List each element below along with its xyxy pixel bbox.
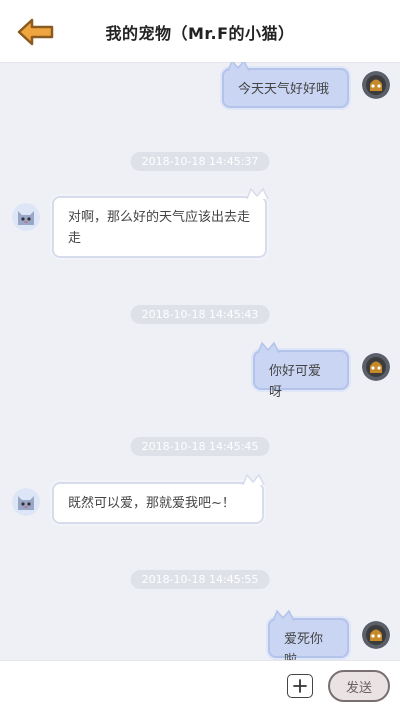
input-bar: 发送 bbox=[0, 660, 400, 712]
page-title: 我的宠物（Mr.F的小猫） bbox=[105, 24, 295, 43]
user-avatar[interactable] bbox=[362, 621, 390, 649]
incoming-message: 对啊，那么好的天气应该出去走走 bbox=[52, 196, 267, 258]
chat-area[interactable]: 今天天气好好哦 2018-10-18 14:45:37 对啊，那么好的天气应该出… bbox=[0, 62, 400, 660]
timestamp: 2018-10-18 14:45:43 bbox=[130, 305, 270, 324]
send-button[interactable]: 发送 bbox=[328, 670, 390, 702]
user-avatar[interactable] bbox=[362, 353, 390, 381]
cat-ear-decoration-icon bbox=[257, 341, 280, 353]
cat-ear-decoration-icon bbox=[227, 62, 250, 71]
outgoing-message: 今天天气好好哦 bbox=[222, 68, 349, 108]
cat-avatar[interactable] bbox=[12, 203, 40, 231]
cat-avatar[interactable] bbox=[12, 488, 40, 516]
outgoing-message: 爱死你啦 bbox=[268, 618, 349, 660]
header-bar: 我的宠物（Mr.F的小猫） bbox=[0, 0, 400, 63]
message-input[interactable] bbox=[8, 669, 284, 705]
incoming-message: 既然可以爱，那就爱我吧~！ bbox=[52, 482, 264, 524]
timestamp: 2018-10-18 14:45:55 bbox=[130, 570, 270, 589]
cat-ear-decoration-icon bbox=[242, 473, 265, 485]
timestamp: 2018-10-18 14:45:37 bbox=[130, 152, 270, 171]
cat-ear-decoration-icon bbox=[246, 187, 269, 199]
outgoing-message: 你好可爱呀 bbox=[253, 350, 349, 400]
plus-icon bbox=[293, 679, 307, 693]
user-avatar[interactable] bbox=[362, 71, 390, 99]
timestamp: 2018-10-18 14:45:45 bbox=[130, 437, 270, 456]
cat-ear-decoration-icon bbox=[272, 609, 295, 621]
add-attachment-button[interactable] bbox=[287, 674, 313, 698]
